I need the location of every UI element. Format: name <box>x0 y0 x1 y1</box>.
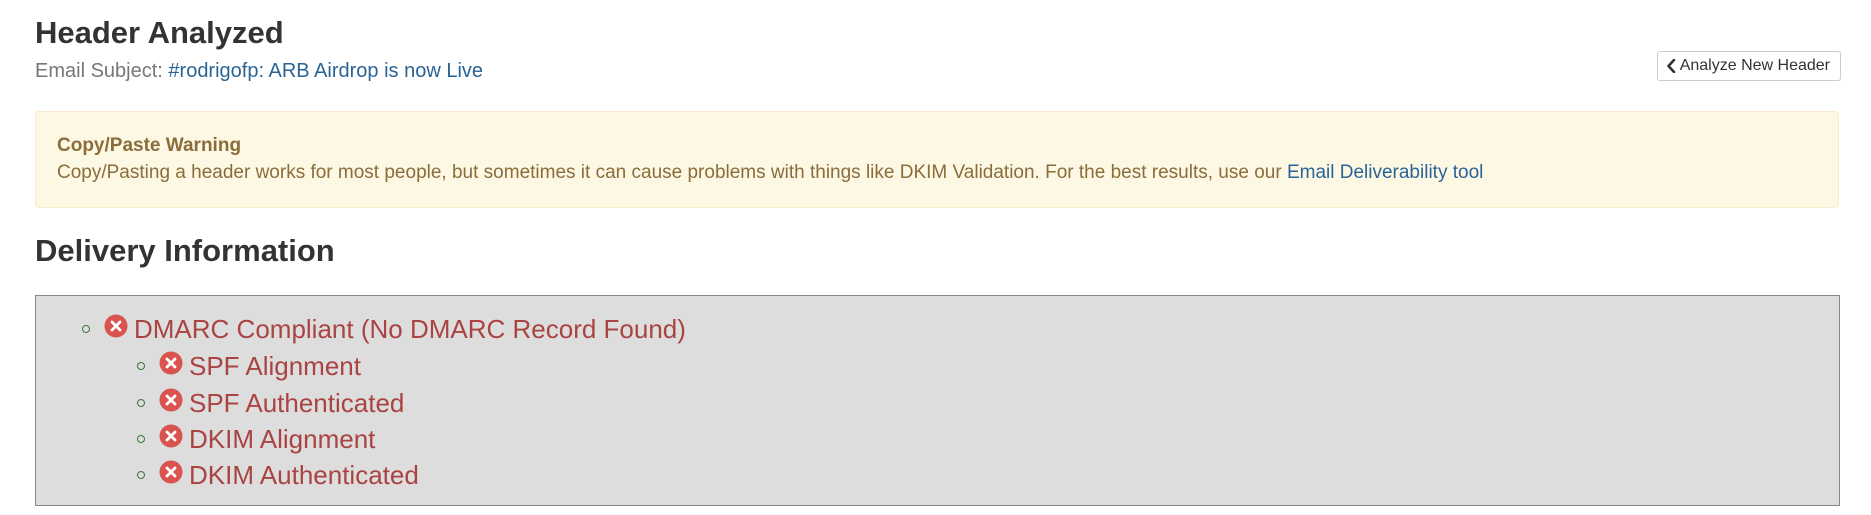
bullet-icon <box>137 362 145 370</box>
bullet-icon <box>82 325 90 333</box>
bullet-icon <box>137 399 145 407</box>
page-title: Header Analyzed <box>35 15 284 50</box>
warning-text: Copy/Pasting a header works for most peo… <box>57 162 1282 183</box>
chevron-left-icon <box>1666 59 1676 73</box>
check-item-spf-alignment: SPF Alignment <box>137 350 361 382</box>
analyze-new-header-label: Analyze New Header <box>1679 57 1830 74</box>
check-label: SPF Alignment <box>189 350 361 381</box>
page: Header Analyzed Email Subject: #rodrigof… <box>0 0 1871 515</box>
copy-paste-warning: Copy/Paste Warning Copy/Pasting a header… <box>35 111 1839 208</box>
fail-x-icon <box>159 351 183 375</box>
check-label: DKIM Alignment <box>189 423 376 454</box>
email-subject: Email Subject: #rodrigofp: ARB Airdrop i… <box>35 58 483 84</box>
check-item-dkim-authenticated: DKIM Authenticated <box>137 459 419 491</box>
delivery-information-panel: DMARC Compliant (No DMARC Record Found) … <box>35 295 1840 506</box>
delivery-information-heading: Delivery Information <box>35 233 335 268</box>
fail-x-icon <box>159 388 183 412</box>
check-item-dmarc-compliant: DMARC Compliant (No DMARC Record Found) <box>82 313 686 345</box>
bullet-icon <box>137 471 145 479</box>
check-item-dkim-alignment: DKIM Alignment <box>137 423 375 455</box>
warning-text-line: Copy/Pasting a header works for most peo… <box>57 158 1817 188</box>
email-deliverability-tool-link[interactable]: Email Deliverability tool <box>1287 162 1483 183</box>
analyze-new-header-button[interactable]: Analyze New Header <box>1656 51 1841 81</box>
warning-title: Copy/Paste Warning <box>57 135 242 156</box>
fail-x-icon <box>104 314 128 338</box>
check-label: DMARC Compliant (No DMARC Record Found) <box>134 313 686 344</box>
fail-x-icon <box>159 460 183 484</box>
check-label: SPF Authenticated <box>189 387 405 418</box>
fail-x-icon <box>159 424 183 448</box>
check-label: DKIM Authenticated <box>189 459 419 490</box>
bullet-icon <box>137 435 145 443</box>
email-subject-label: Email Subject: <box>35 60 163 82</box>
check-item-spf-authenticated: SPF Authenticated <box>137 387 404 419</box>
email-subject-value: #rodrigofp: ARB Airdrop is now Live <box>168 60 484 82</box>
